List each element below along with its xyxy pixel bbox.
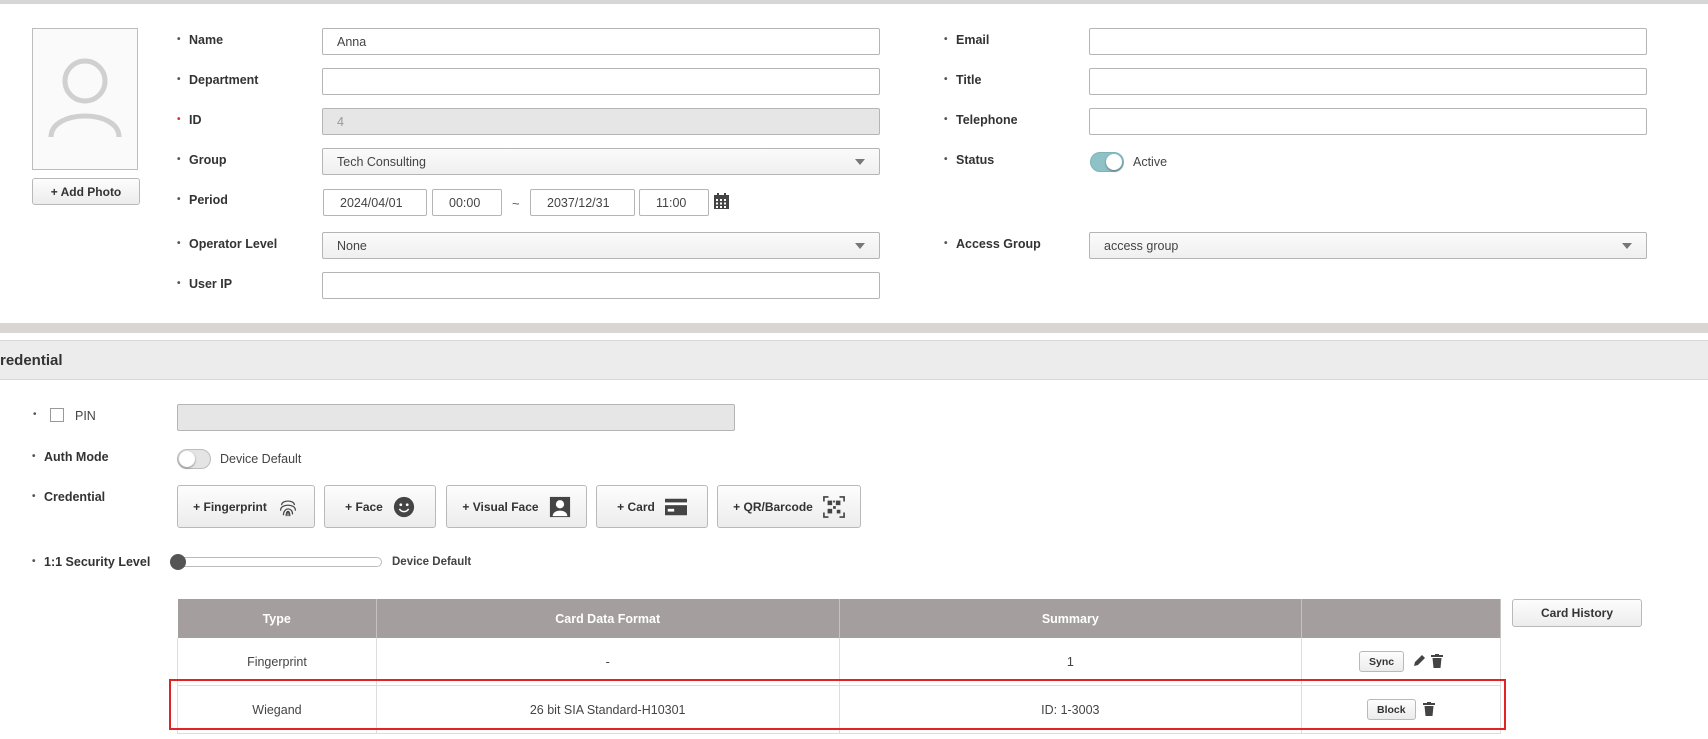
- security-level-value: Device Default: [392, 556, 472, 568]
- email-input[interactable]: [1089, 28, 1647, 55]
- period-end-date[interactable]: 2037/12/31: [530, 189, 635, 216]
- auth-mode-label: Auth Mode: [32, 450, 109, 464]
- add-qr-barcode-label: + QR/Barcode: [733, 499, 813, 514]
- pencil-icon[interactable]: [1412, 654, 1426, 668]
- credential-section-header: redential: [0, 340, 1708, 380]
- status-toggle[interactable]: [1090, 152, 1124, 172]
- add-card-label: + Card: [617, 499, 655, 514]
- add-qr-barcode-button[interactable]: + QR/Barcode: [717, 485, 861, 528]
- pin-label: PIN: [75, 409, 96, 423]
- credential-label: Credential: [32, 490, 105, 504]
- chevron-down-icon: [855, 159, 865, 165]
- access-group-select[interactable]: access group: [1089, 232, 1647, 259]
- group-select-value: Tech Consulting: [337, 154, 426, 169]
- card-icon: [664, 498, 687, 515]
- chevron-down-icon: [855, 243, 865, 249]
- add-visual-face-button[interactable]: + Visual Face: [446, 485, 587, 528]
- group-label: Group: [177, 153, 226, 167]
- department-input[interactable]: [322, 68, 880, 95]
- status-value: Active: [1133, 155, 1168, 169]
- period-start-time[interactable]: 00:00: [432, 189, 502, 216]
- add-visual-face-label: + Visual Face: [462, 499, 539, 514]
- period-label: Period: [177, 193, 228, 207]
- add-face-label: + Face: [345, 499, 383, 514]
- column-header-actions: [1301, 599, 1501, 638]
- access-group-label: Access Group: [944, 237, 1041, 251]
- qr-barcode-icon: [822, 495, 845, 518]
- name-input[interactable]: Anna: [322, 28, 880, 55]
- section-title: redential: [0, 352, 63, 369]
- trash-icon[interactable]: [1431, 654, 1444, 669]
- slider-handle[interactable]: [170, 554, 186, 570]
- highlight-box: [169, 679, 1506, 730]
- telephone-label: Telephone: [944, 113, 1018, 127]
- add-fingerprint-label: + Fingerprint: [193, 499, 267, 514]
- toggle-knob: [1106, 154, 1122, 170]
- period-end-time[interactable]: 11:00: [639, 189, 709, 216]
- fingerprint-icon: [279, 499, 296, 516]
- status-label: Status: [944, 153, 994, 167]
- column-header-format: Card Data Format: [376, 599, 840, 638]
- pin-input: [177, 404, 735, 431]
- photo-placeholder: [32, 28, 138, 170]
- operator-level-value: None: [337, 238, 367, 253]
- operator-level-label: Operator Level: [177, 237, 277, 251]
- auth-mode-toggle[interactable]: [177, 449, 211, 469]
- card-history-button[interactable]: Card History: [1512, 599, 1642, 627]
- security-level-label: 1:1 Security Level: [32, 555, 150, 569]
- top-divider: [0, 0, 1708, 4]
- sync-button[interactable]: Sync: [1359, 651, 1405, 672]
- user-ip-input[interactable]: [322, 272, 880, 299]
- visual-face-icon: [549, 496, 570, 517]
- id-label: ID: [177, 113, 201, 127]
- telephone-input[interactable]: [1089, 108, 1647, 135]
- table-header-row: Type Card Data Format Summary: [177, 599, 1501, 638]
- auth-mode-value: Device Default: [220, 452, 302, 466]
- add-card-button[interactable]: + Card: [596, 485, 708, 528]
- security-level-slider[interactable]: [176, 557, 382, 567]
- add-photo-button[interactable]: + Add Photo: [32, 178, 140, 205]
- pin-checkbox[interactable]: [50, 408, 64, 422]
- access-group-value: access group: [1104, 238, 1179, 253]
- toggle-knob: [179, 451, 195, 467]
- section-divider: [0, 323, 1708, 333]
- column-header-type: Type: [177, 599, 377, 638]
- bullet: •: [33, 409, 37, 420]
- user-silhouette-icon: [48, 58, 122, 138]
- period-separator: ~: [512, 196, 520, 211]
- calendar-icon[interactable]: [713, 193, 730, 210]
- add-fingerprint-button[interactable]: + Fingerprint: [177, 485, 315, 528]
- user-ip-label: User IP: [177, 277, 232, 291]
- face-icon: [393, 496, 414, 517]
- name-label: Name: [177, 33, 223, 47]
- column-header-summary: Summary: [839, 599, 1303, 638]
- chevron-down-icon: [1622, 243, 1632, 249]
- email-label: Email: [944, 33, 989, 47]
- department-label: Department: [177, 73, 259, 87]
- operator-level-select[interactable]: None: [322, 232, 880, 259]
- title-input[interactable]: [1089, 68, 1647, 95]
- id-input: 4: [322, 108, 880, 135]
- add-face-button[interactable]: + Face: [324, 485, 436, 528]
- period-start-date[interactable]: 2024/04/01: [323, 189, 427, 216]
- title-label: Title: [944, 73, 982, 87]
- group-select[interactable]: Tech Consulting: [322, 148, 880, 175]
